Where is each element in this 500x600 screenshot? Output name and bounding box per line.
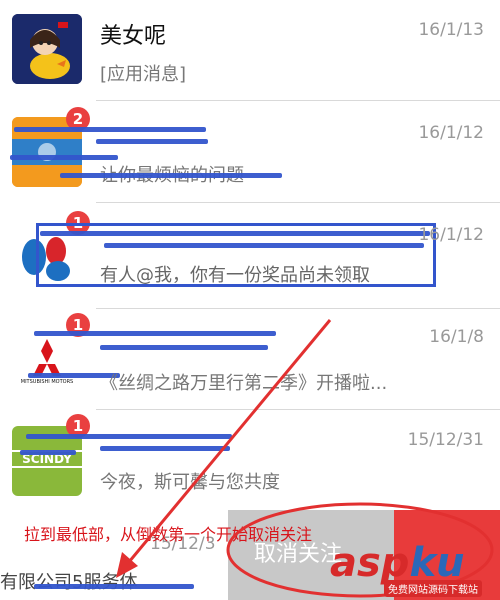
conversation-preview: 《丝绸之路万里行第二季》开播啦...: [100, 373, 388, 394]
partial-row-title: 有限公司5服务体: [0, 572, 138, 593]
conversation-preview: 有人@我，你有一份奖品尚未领取: [100, 265, 370, 286]
redaction-scribble: [26, 434, 232, 439]
conversation-time: 15/12/31: [407, 430, 484, 450]
avatar-logo-text: MITSUBISHI MOTORS: [20, 379, 74, 385]
redaction-scribble: [60, 173, 282, 178]
redaction-scribble: [104, 243, 424, 248]
conversation-time: 16/1/8: [429, 327, 484, 347]
conversation-item[interactable]: 美女呢 [应用消息] 16/1/13: [0, 0, 500, 100]
conversation-preview: [应用消息]: [100, 64, 187, 85]
redaction-scribble: [100, 345, 268, 350]
watermark-subtitle: 免费网站源码下载站: [384, 580, 482, 597]
annotation-instruction: 拉到最低部，从倒数第一个开始取消关注: [24, 525, 313, 544]
conversation-item[interactable]: 1 有人@我，你有一份奖品尚未领取 16/1/12: [0, 203, 500, 308]
conversation-time: 16/1/12: [418, 225, 484, 245]
redaction-scribble: [40, 231, 430, 236]
conversation-item[interactable]: MITSUBISHI MOTORS 1 《丝绸之路万里行第二季》开播啦... 1…: [0, 309, 500, 409]
redaction-scribble: [100, 446, 230, 451]
redaction-scribble: [20, 450, 76, 455]
conversation-time: 16/1/12: [418, 123, 484, 143]
conversation-time: 16/1/13: [418, 20, 484, 40]
redaction-scribble: [34, 584, 194, 589]
redaction-scribble: [96, 139, 208, 144]
avatar: [12, 14, 82, 84]
redaction-scribble: [10, 155, 118, 160]
conversation-preview: 今夜，斯可馨与您共度: [100, 472, 280, 493]
conversation-item[interactable]: SCINDY 1 今夜，斯可馨与您共度 15/12/31: [0, 410, 500, 510]
redaction-scribble: [34, 331, 276, 336]
conversation-title: 美女呢: [100, 24, 167, 49]
redaction-scribble: [14, 127, 206, 132]
cartoon-avatar-icon: [12, 14, 82, 84]
conversation-item[interactable]: 2 让你最烦恼的问题 16/1/12: [0, 101, 500, 201]
